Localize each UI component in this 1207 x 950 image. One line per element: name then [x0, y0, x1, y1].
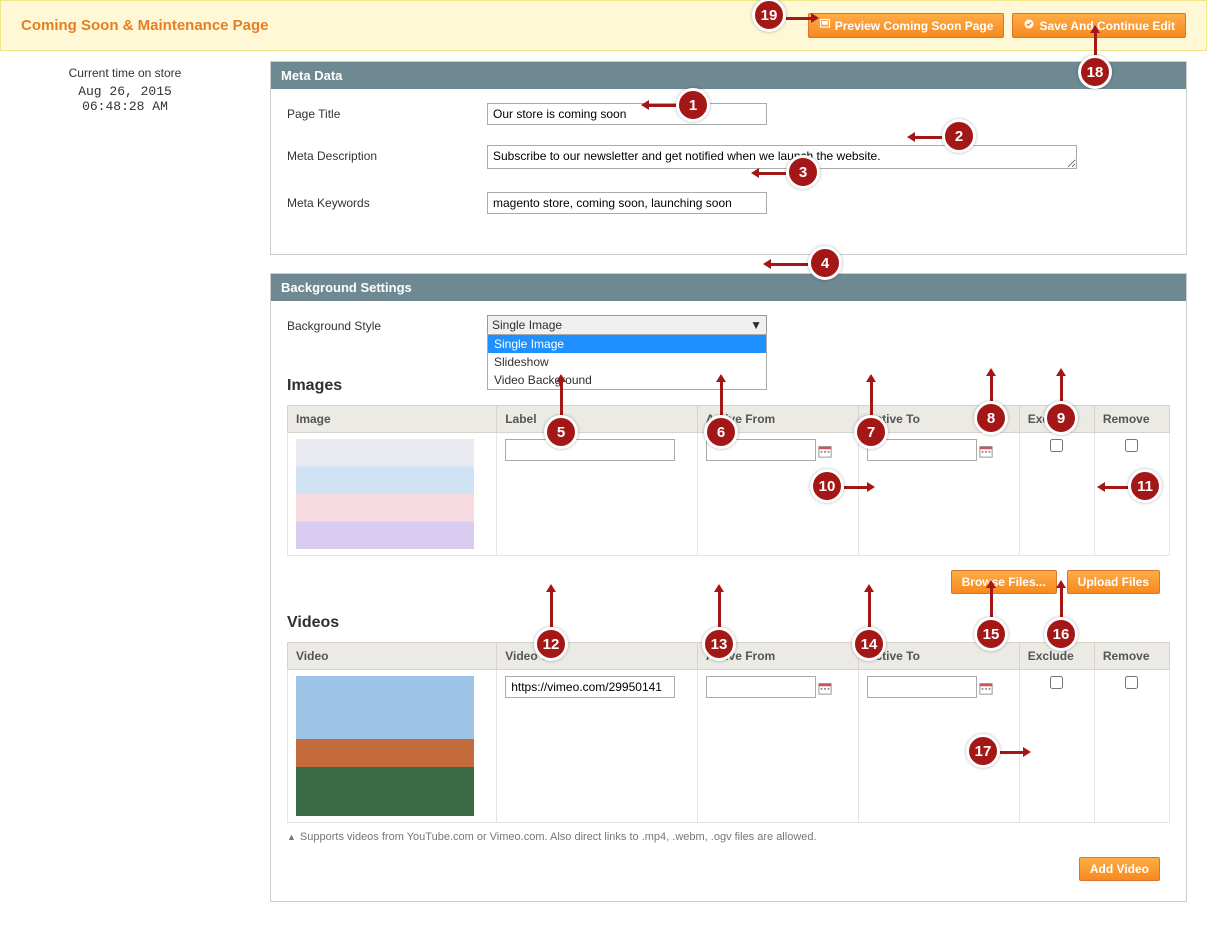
col-exclude: Exclude [1019, 406, 1094, 433]
store-date: Aug 26, 2015 [20, 84, 230, 99]
meta-desc-label: Meta Description [287, 145, 487, 163]
col-active-to: Active To [858, 406, 1019, 433]
save-button[interactable]: Save And Continue Edit [1012, 13, 1186, 38]
preview-label: Preview Coming Soon Page [835, 19, 994, 33]
col-label: Label [497, 406, 698, 433]
background-settings-header: Background Settings [271, 274, 1186, 301]
add-video-label: Add Video [1090, 862, 1149, 876]
image-remove-checkbox[interactable] [1125, 439, 1138, 452]
meta-keywords-label: Meta Keywords [287, 192, 487, 210]
background-settings-section: Background Settings Background Style Sin… [270, 273, 1187, 902]
col-remove: Remove [1094, 406, 1169, 433]
meta-data-header: Meta Data [271, 62, 1186, 89]
col-v-exclude: Exclude [1019, 643, 1094, 670]
save-label: Save And Continue Edit [1039, 19, 1175, 33]
image-thumbnail[interactable] [296, 439, 474, 549]
col-v-active-from: Active From [697, 643, 858, 670]
upload-files-label: Upload Files [1078, 575, 1149, 589]
image-active-from-input[interactable] [706, 439, 816, 461]
chevron-down-icon: ▼ [750, 318, 762, 332]
videos-heading: Videos [287, 614, 1170, 632]
browse-files-button[interactable]: Browse Files... [951, 570, 1057, 594]
background-style-label: Background Style [287, 315, 487, 333]
header-bar: Coming Soon & Maintenance Page Preview C… [0, 0, 1207, 51]
image-label-input[interactable] [505, 439, 675, 461]
preview-button[interactable]: Preview Coming Soon Page [808, 13, 1005, 38]
col-v-remove: Remove [1094, 643, 1169, 670]
page-title-label: Page Title [287, 103, 487, 121]
upload-files-button[interactable]: Upload Files [1067, 570, 1160, 594]
meta-desc-input[interactable]: Subscribe to our newsletter and get noti… [487, 145, 1077, 169]
background-style-selected: Single Image [492, 318, 562, 332]
browse-files-label: Browse Files... [962, 575, 1046, 589]
header-buttons: Preview Coming Soon Page Save And Contin… [808, 13, 1186, 38]
video-remove-checkbox[interactable] [1125, 676, 1138, 689]
add-video-button[interactable]: Add Video [1079, 857, 1160, 881]
col-v-active-to: Active To [858, 643, 1019, 670]
page-title: Coming Soon & Maintenance Page [21, 17, 269, 34]
store-time: 06:48:28 AM [20, 99, 230, 114]
calendar-icon[interactable] [818, 681, 832, 695]
video-thumbnail[interactable] [296, 676, 474, 816]
background-style-select[interactable]: Single Image ▼ Single Image Slideshow Vi… [487, 315, 767, 335]
image-exclude-checkbox[interactable] [1050, 439, 1063, 452]
video-active-to-input[interactable] [867, 676, 977, 698]
calendar-icon[interactable] [818, 444, 832, 458]
check-icon [1023, 18, 1035, 33]
meta-data-section: Meta Data Page Title Meta Description Su… [270, 61, 1187, 255]
video-hint: ▲Supports videos from YouTube.com or Vim… [287, 831, 1170, 843]
sidebar: Current time on store Aug 26, 2015 06:48… [0, 51, 250, 950]
option-single-image[interactable]: Single Image [488, 335, 766, 353]
calendar-icon[interactable] [979, 681, 993, 695]
videos-table: Video Video Url Active From Active To Ex… [287, 642, 1170, 823]
image-row [288, 433, 1170, 556]
col-video-url: Video Url [497, 643, 698, 670]
arrow [766, 263, 808, 266]
col-image: Image [288, 406, 497, 433]
video-exclude-checkbox[interactable] [1050, 676, 1063, 689]
video-url-input[interactable] [505, 676, 675, 698]
image-active-to-input[interactable] [867, 439, 977, 461]
video-row [288, 670, 1170, 823]
video-active-from-input[interactable] [706, 676, 816, 698]
background-style-options: Single Image Slideshow Video Background [487, 334, 767, 390]
preview-icon [819, 18, 831, 33]
calendar-icon[interactable] [979, 444, 993, 458]
col-video: Video [288, 643, 497, 670]
col-active-from: Active From [697, 406, 858, 433]
page-title-input[interactable] [487, 103, 767, 125]
images-table: Image Label Active From Active To Exclud… [287, 405, 1170, 556]
triangle-icon: ▲ [287, 832, 296, 842]
main-content: Meta Data Page Title Meta Description Su… [250, 51, 1207, 950]
option-slideshow[interactable]: Slideshow [488, 353, 766, 371]
option-video-background[interactable]: Video Background [488, 371, 766, 389]
store-time-label: Current time on store [20, 66, 230, 80]
meta-keywords-input[interactable] [487, 192, 767, 214]
